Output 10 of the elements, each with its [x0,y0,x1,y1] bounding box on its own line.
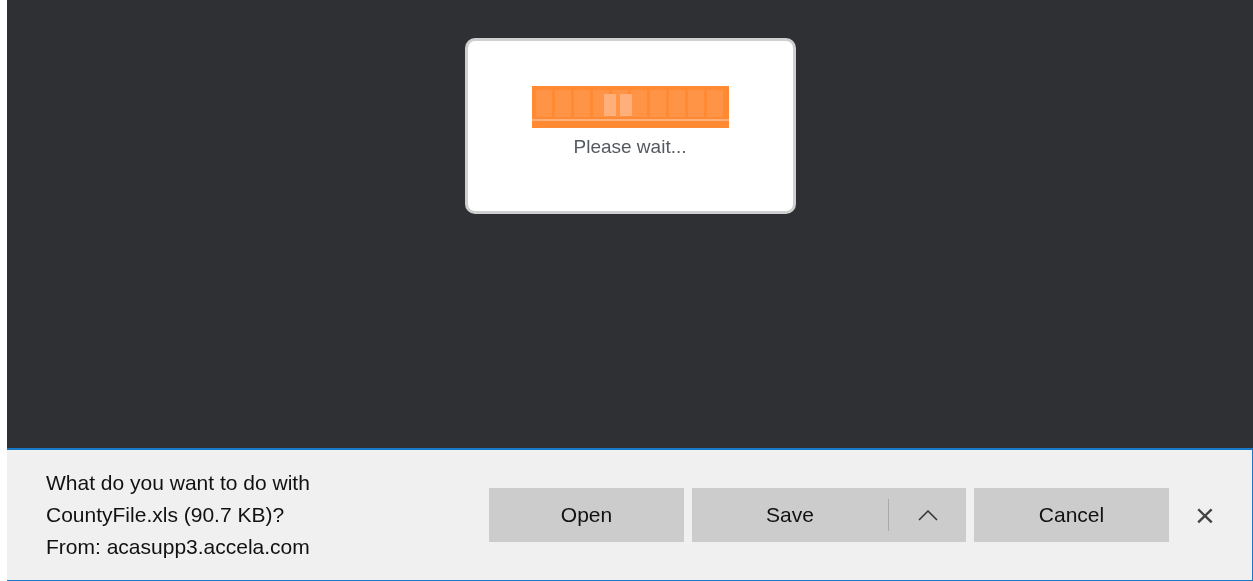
download-prompt-line: CountyFile.xls (90.7 KB)? [46,502,286,528]
close-button[interactable]: × [1195,498,1215,532]
caret-icon [917,509,938,521]
download-prompt-line: What do you want to do with [46,470,311,496]
download-prompt-line: From: acasupp3.accela.com [46,534,311,560]
dialog-button[interactable]: Open [489,488,684,542]
busy-animation-icon [531,86,729,128]
save-button[interactable]: Save [692,488,888,542]
dialog-button[interactable]: Cancel [974,488,1169,542]
loading-message: Please wait... [573,135,687,159]
